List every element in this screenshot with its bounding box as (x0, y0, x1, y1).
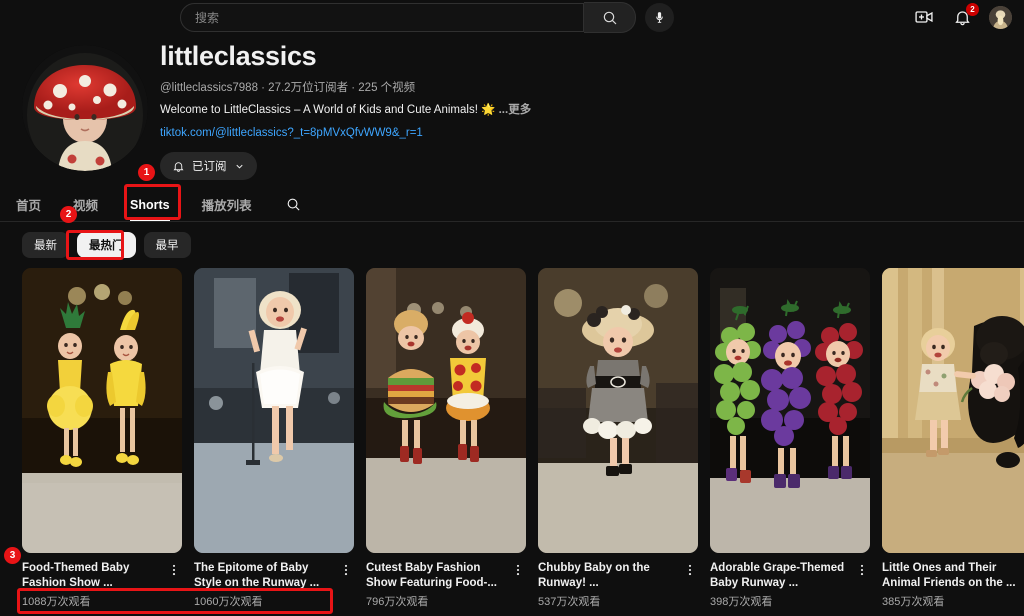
subscribe-button[interactable]: 已订阅 (160, 152, 257, 180)
video-thumbnail[interactable] (194, 268, 354, 553)
channel-tabs: 首页 视频 Shorts 播放列表 (0, 188, 1024, 222)
video-thumbnail[interactable] (538, 268, 698, 553)
video-title[interactable]: Little Ones and Their Animal Friends on … (882, 561, 1024, 591)
video-views: 385万次观看 (882, 595, 1024, 610)
more-vertical-icon (339, 563, 353, 577)
search-input[interactable] (195, 11, 583, 25)
microphone-icon (653, 11, 666, 24)
video-title[interactable]: Food-Themed Baby Fashion Show ... (22, 561, 166, 591)
video-card[interactable]: Little Ones and Their Animal Friends on … (882, 268, 1024, 610)
thumbnail-image (194, 268, 354, 553)
search-button[interactable] (584, 2, 636, 33)
thumbnail-image (538, 268, 698, 553)
channel-search-button[interactable] (278, 188, 309, 221)
tab-playlists[interactable]: 播放列表 (186, 188, 268, 221)
more-vertical-icon (855, 563, 869, 577)
video-views: 398万次观看 (710, 595, 870, 610)
masthead: 2 (0, 0, 1024, 34)
video-menu-button[interactable] (166, 561, 182, 591)
channel-description-more[interactable]: ...更多 (499, 104, 532, 116)
more-vertical-icon (511, 563, 525, 577)
tab-shorts[interactable]: Shorts (114, 188, 186, 221)
search-area (180, 2, 674, 33)
tab-home[interactable]: 首页 (0, 188, 57, 221)
video-thumbnail[interactable] (366, 268, 526, 553)
search-icon (286, 197, 301, 212)
bell-icon (172, 160, 185, 173)
channel-stats: @littleclassics7988 · 27.2万位订阅者 · 225 个视… (160, 80, 720, 96)
video-menu-button[interactable] (510, 561, 526, 591)
subscribe-label: 已订阅 (192, 158, 227, 174)
create-video-icon (914, 7, 934, 27)
voice-search-button[interactable] (645, 3, 674, 32)
video-title[interactable]: Cutest Baby Fashion Show Featuring Food-… (366, 561, 510, 591)
create-button[interactable] (913, 6, 935, 28)
annotation-marker-1: 1 (138, 164, 155, 181)
video-card[interactable]: Food-Themed Baby Fashion Show ... 1088万次… (22, 268, 182, 610)
more-vertical-icon (683, 563, 697, 577)
channel-description-text: Welcome to LittleClassics – A World of K… (160, 104, 495, 116)
channel-external-link[interactable]: tiktok.com/@littleclassics?_t=8pMVxQfvWW… (160, 125, 720, 141)
video-card-bottom: Food-Themed Baby Fashion Show ... (22, 561, 182, 591)
annotation-marker-3: 3 (4, 547, 21, 564)
video-thumbnail[interactable] (710, 268, 870, 553)
video-title[interactable]: Chubby Baby on the Runway! ... (538, 561, 682, 591)
thumbnail-image (22, 268, 182, 553)
video-card[interactable]: Adorable Grape-Themed Baby Runway ... 39… (710, 268, 870, 610)
thumbnail-image (366, 268, 526, 553)
youtube-channel-page: 2 (0, 0, 1024, 616)
chip-latest[interactable]: 最新 (22, 232, 69, 258)
thumbnail-image (882, 268, 1024, 553)
video-card[interactable]: Cutest Baby Fashion Show Featuring Food-… (366, 268, 526, 610)
sort-chips: 最新 最热门 最早 (22, 232, 191, 258)
chip-most-popular[interactable]: 最热门 (77, 232, 136, 258)
search-box[interactable] (180, 3, 584, 32)
chevron-down-icon (234, 161, 245, 172)
video-views: 537万次观看 (538, 595, 698, 610)
channel-avatar-image (22, 45, 148, 171)
channel-meta: littleclassics @littleclassics7988 · 27.… (160, 40, 720, 180)
video-title[interactable]: The Epitome of Baby Style on the Runway … (194, 561, 338, 591)
video-card[interactable]: Chubby Baby on the Runway! ... 537万次观看 (538, 268, 698, 610)
avatar-image (989, 6, 1012, 29)
video-card[interactable]: The Epitome of Baby Style on the Runway … (194, 268, 354, 610)
tab-videos[interactable]: 视频 (57, 188, 114, 221)
video-views: 1060万次观看 (194, 595, 354, 610)
avatar[interactable] (989, 6, 1012, 29)
channel-avatar[interactable] (22, 45, 148, 171)
video-thumbnail[interactable] (22, 268, 182, 553)
notifications-button[interactable]: 2 (951, 6, 973, 28)
thumbnail-image (710, 268, 870, 553)
masthead-actions: 2 (913, 0, 1012, 34)
shorts-grid: Food-Themed Baby Fashion Show ... 1088万次… (22, 268, 1024, 610)
video-title[interactable]: Adorable Grape-Themed Baby Runway ... (710, 561, 854, 591)
video-menu-button[interactable] (854, 561, 870, 591)
video-thumbnail[interactable] (882, 268, 1024, 553)
video-menu-button[interactable] (682, 561, 698, 591)
video-card-bottom: Little Ones and Their Animal Friends on … (882, 561, 1024, 591)
video-card-bottom: Chubby Baby on the Runway! ... (538, 561, 698, 591)
search-icon (602, 10, 618, 26)
video-card-bottom: Cutest Baby Fashion Show Featuring Food-… (366, 561, 526, 591)
video-card-bottom: The Epitome of Baby Style on the Runway … (194, 561, 354, 591)
notifications-badge: 2 (966, 3, 979, 16)
video-views: 796万次观看 (366, 595, 526, 610)
channel-name: littleclassics (160, 40, 720, 72)
channel-description: Welcome to LittleClassics – A World of K… (160, 102, 720, 118)
chip-oldest[interactable]: 最早 (144, 232, 191, 258)
more-vertical-icon (167, 563, 181, 577)
video-menu-button[interactable] (338, 561, 354, 591)
video-views: 1088万次观看 (22, 595, 182, 610)
video-card-bottom: Adorable Grape-Themed Baby Runway ... (710, 561, 870, 591)
